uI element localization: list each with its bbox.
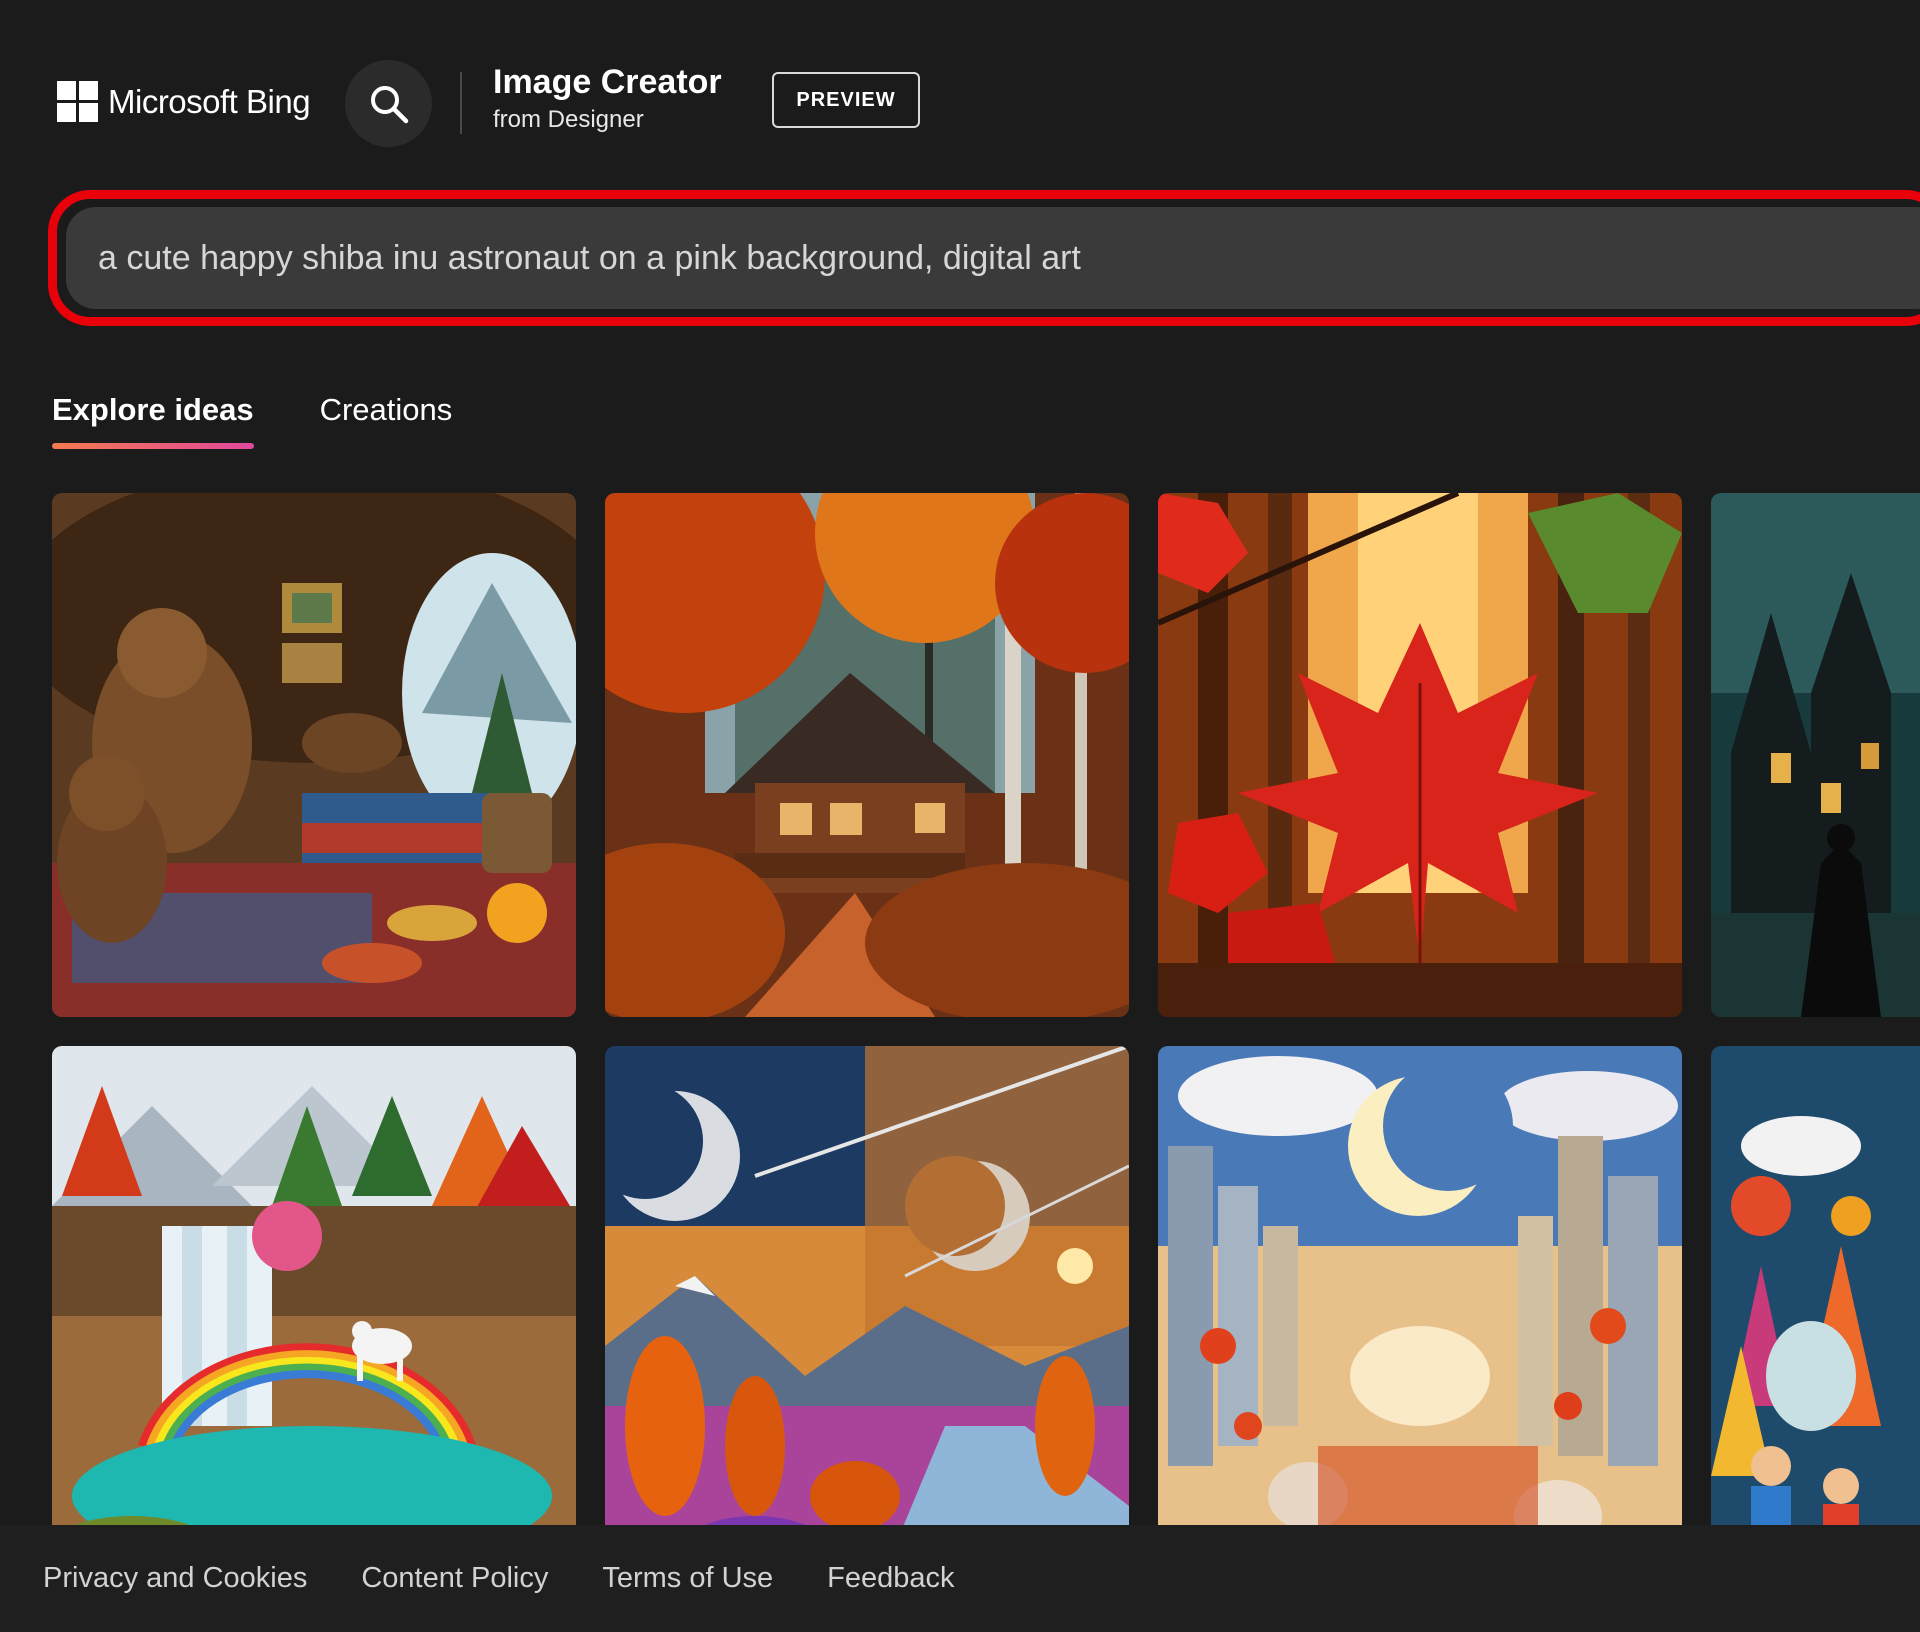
gallery-image-moons-valley[interactable] xyxy=(605,1046,1129,1525)
tab-creations[interactable]: Creations xyxy=(320,392,453,446)
gallery-image-bears-cave[interactable] xyxy=(52,493,576,1017)
footer: Privacy and Cookies Content Policy Terms… xyxy=(0,1525,1920,1632)
search-icon xyxy=(370,85,408,123)
footer-link-privacy[interactable]: Privacy and Cookies xyxy=(43,1562,307,1595)
gallery-image-gothic-castle[interactable] xyxy=(1711,493,1920,1017)
image-creator-page: Microsoft Bing Image Creator from Design… xyxy=(0,0,1920,1632)
app-title-block: Image Creator from Designer xyxy=(493,62,722,136)
gallery-image-felt-village[interactable] xyxy=(1711,1046,1920,1525)
brand-name: Microsoft Bing xyxy=(108,82,311,120)
app-title: Image Creator xyxy=(493,63,722,101)
tab-explore-ideas[interactable]: Explore ideas xyxy=(52,392,254,449)
header-divider xyxy=(460,72,462,134)
preview-badge: PREVIEW xyxy=(772,72,920,128)
footer-link-feedback[interactable]: Feedback xyxy=(827,1562,954,1595)
footer-link-terms[interactable]: Terms of Use xyxy=(602,1562,773,1595)
app-subtitle: from Designer xyxy=(493,106,644,133)
gallery-image-moon-city[interactable] xyxy=(1158,1046,1682,1525)
image-gallery xyxy=(52,493,1920,1525)
prompt-input[interactable] xyxy=(66,207,1920,309)
header: Microsoft Bing Image Creator from Design… xyxy=(0,0,1920,190)
footer-links: Privacy and Cookies Content Policy Terms… xyxy=(43,1562,955,1595)
footer-link-content-policy[interactable]: Content Policy xyxy=(361,1562,548,1595)
search-button[interactable] xyxy=(345,60,432,147)
gallery-image-waterfall-unicorn[interactable] xyxy=(52,1046,576,1525)
gallery-image-autumn-cabin[interactable] xyxy=(605,493,1129,1017)
gallery-image-maple-leaf[interactable] xyxy=(1158,493,1682,1017)
microsoft-logo-icon xyxy=(57,81,98,122)
bing-brand[interactable]: Microsoft Bing xyxy=(57,81,311,122)
tab-bar: Explore ideas Creations xyxy=(52,392,453,449)
